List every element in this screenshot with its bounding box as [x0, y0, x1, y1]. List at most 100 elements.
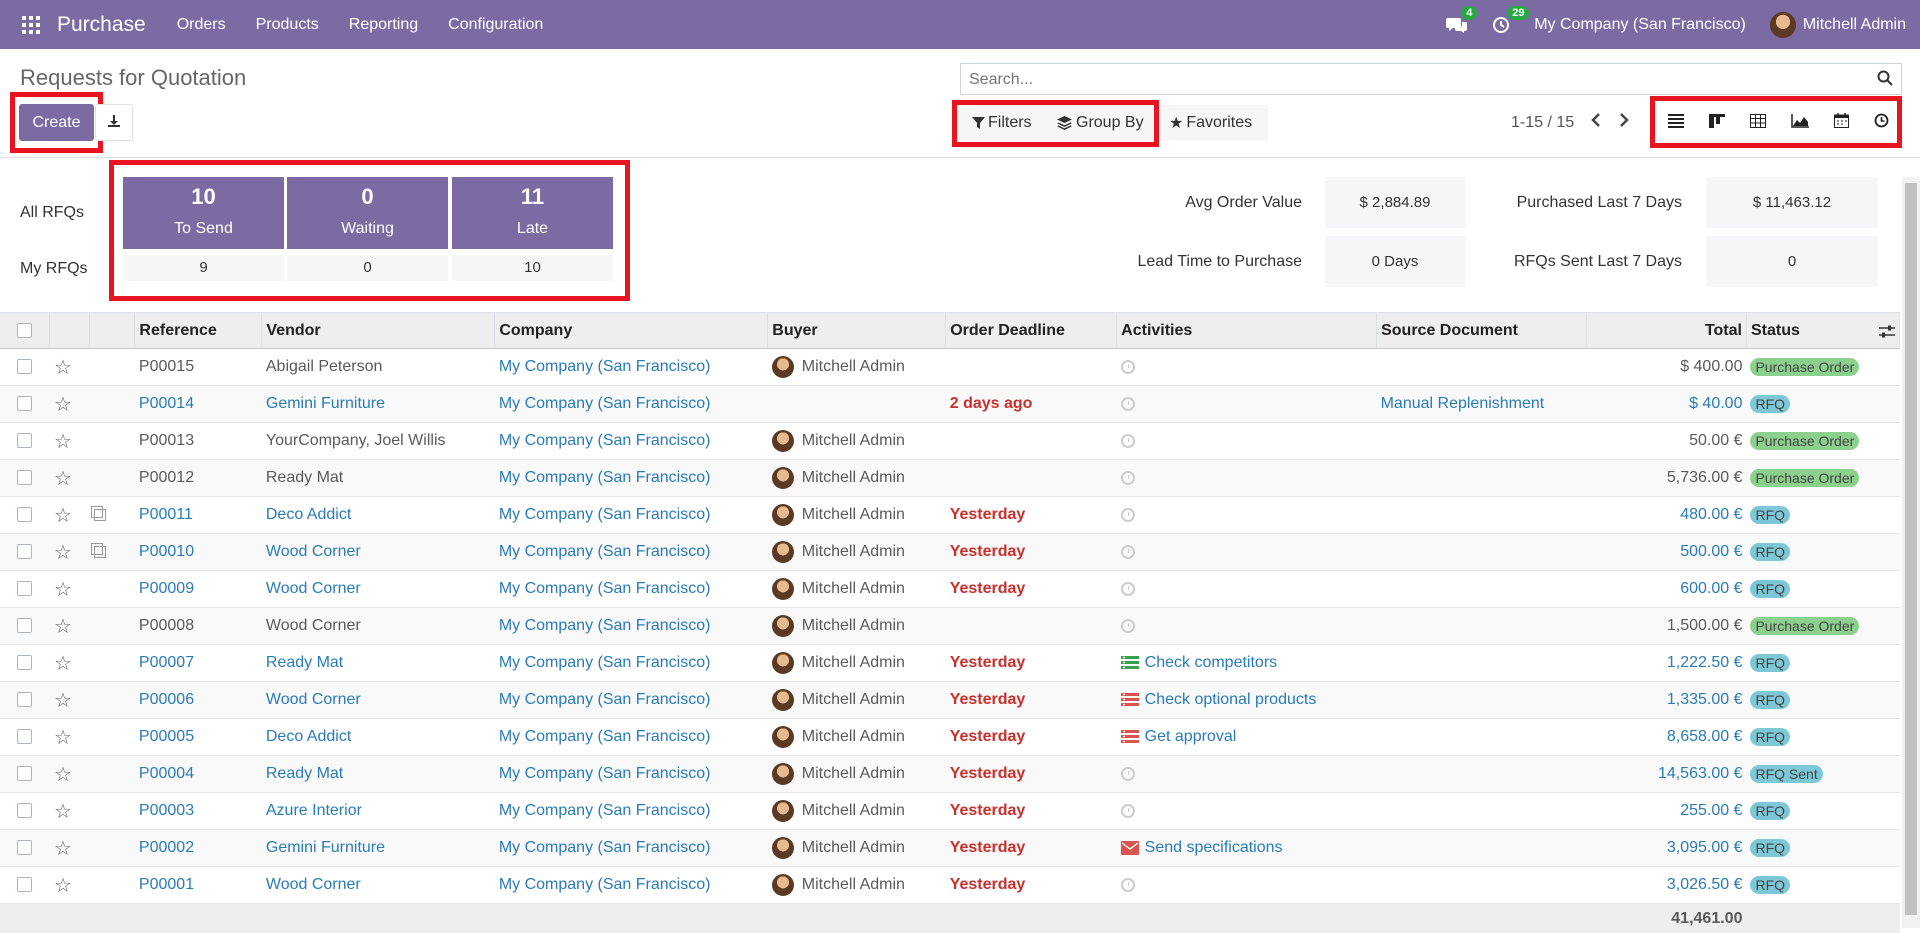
row-buyer[interactable]: Mitchell Admin	[768, 867, 946, 904]
schedule-activity-icon[interactable]	[1121, 767, 1135, 781]
row-vendor[interactable]: Deco Addict	[262, 497, 495, 534]
row-vendor[interactable]: Ready Mat	[262, 460, 495, 497]
schedule-activity-icon[interactable]	[1121, 545, 1135, 559]
table-row[interactable]: ☆ P00011Deco AddictMy Company (San Franci…	[0, 497, 1900, 534]
row-activities[interactable]	[1117, 497, 1377, 534]
table-row[interactable]: ☆P00015Abigail PetersonMy Company (San F…	[0, 349, 1900, 386]
priority-star-icon[interactable]: ☆	[50, 719, 90, 756]
row-activities[interactable]: Check competitors	[1117, 645, 1377, 682]
activity-summary[interactable]: Send specifications	[1145, 839, 1283, 856]
activity-summary[interactable]: Check optional products	[1145, 691, 1317, 708]
row-activities[interactable]	[1117, 793, 1377, 830]
row-buyer[interactable]: Mitchell Admin	[768, 682, 946, 719]
row-company[interactable]: My Company (San Francisco)	[495, 756, 768, 793]
row-checkbox[interactable]	[0, 608, 50, 645]
table-row[interactable]: ☆P00001Wood CornerMy Company (San Franci…	[0, 867, 1900, 904]
row-source-document[interactable]	[1377, 756, 1587, 793]
page-scrollbar[interactable]	[1902, 177, 1920, 928]
row-company[interactable]: My Company (San Francisco)	[495, 497, 768, 534]
row-buyer[interactable]: Mitchell Admin	[768, 608, 946, 645]
search-box[interactable]	[960, 63, 1902, 95]
row-source-document[interactable]: Manual Replenishment	[1377, 386, 1587, 423]
table-row[interactable]: ☆P00003Azure InteriorMy Company (San Fra…	[0, 793, 1900, 830]
row-company[interactable]: My Company (San Francisco)	[495, 608, 768, 645]
row-source-document[interactable]	[1377, 608, 1587, 645]
table-row[interactable]: ☆P00007Ready MatMy Company (San Francisc…	[0, 645, 1900, 682]
tile-waiting[interactable]: 0 Waiting	[287, 177, 448, 249]
messages-button[interactable]: 4	[1446, 16, 1468, 34]
row-company[interactable]: My Company (San Francisco)	[495, 349, 768, 386]
row-reference[interactable]: P00007	[135, 645, 262, 682]
row-reference[interactable]: P00012	[135, 460, 262, 497]
table-row[interactable]: ☆P00004Ready MatMy Company (San Francisc…	[0, 756, 1900, 793]
schedule-activity-icon[interactable]	[1121, 804, 1135, 818]
row-activities[interactable]	[1117, 756, 1377, 793]
row-company[interactable]: My Company (San Francisco)	[495, 645, 768, 682]
header-reference[interactable]: Reference	[135, 313, 262, 349]
create-button[interactable]: Create	[19, 104, 94, 141]
row-reference[interactable]: P00009	[135, 571, 262, 608]
row-company[interactable]: My Company (San Francisco)	[495, 793, 768, 830]
header-activities[interactable]: Activities	[1117, 313, 1377, 349]
menu-configuration[interactable]: Configuration	[448, 16, 543, 34]
row-checkbox[interactable]	[0, 719, 50, 756]
row-buyer[interactable]: Mitchell Admin	[768, 830, 946, 867]
activity-summary[interactable]: Check competitors	[1145, 654, 1278, 671]
pager-previous-button[interactable]	[1590, 112, 1602, 133]
menu-reporting[interactable]: Reporting	[349, 16, 418, 34]
my-waiting-count[interactable]: 0	[287, 255, 448, 281]
table-row[interactable]: ☆P00010Wood CornerMy Company (San Franci…	[0, 534, 1900, 571]
priority-star-icon[interactable]: ☆	[50, 497, 90, 534]
menu-products[interactable]: Products	[256, 16, 319, 34]
row-vendor[interactable]: Gemini Furniture	[262, 830, 495, 867]
user-menu[interactable]: Mitchell Admin	[1770, 12, 1906, 38]
todo-list-icon[interactable]	[1121, 730, 1139, 744]
row-buyer[interactable]: Mitchell Admin	[768, 756, 946, 793]
row-source-document[interactable]	[1377, 793, 1587, 830]
todo-list-icon[interactable]	[1121, 656, 1139, 670]
row-buyer[interactable]: Mitchell Admin	[768, 571, 946, 608]
row-buyer[interactable]: Mitchell Admin	[768, 645, 946, 682]
company-switcher[interactable]: My Company (San Francisco)	[1534, 16, 1746, 34]
row-activities[interactable]: Check optional products	[1117, 682, 1377, 719]
row-source-document[interactable]	[1377, 682, 1587, 719]
row-vendor[interactable]: Ready Mat	[262, 756, 495, 793]
todo-list-icon[interactable]	[1121, 693, 1139, 707]
schedule-activity-icon[interactable]	[1121, 619, 1135, 633]
row-company[interactable]: My Company (San Francisco)	[495, 460, 768, 497]
activities-button[interactable]: 29	[1492, 16, 1510, 34]
row-checkbox[interactable]	[0, 460, 50, 497]
download-button[interactable]	[95, 104, 133, 141]
row-vendor[interactable]: Deco Addict	[262, 719, 495, 756]
optional-columns-icon[interactable]	[1879, 325, 1895, 338]
row-buyer[interactable]: Mitchell Admin	[768, 423, 946, 460]
priority-star-icon[interactable]: ☆	[50, 830, 90, 867]
row-vendor[interactable]: Wood Corner	[262, 534, 495, 571]
row-source-document[interactable]	[1377, 830, 1587, 867]
header-status[interactable]: Status	[1746, 313, 1899, 349]
list-view-icon[interactable]	[1668, 114, 1684, 133]
row-source-document[interactable]	[1377, 645, 1587, 682]
row-checkbox[interactable]	[0, 534, 50, 571]
schedule-activity-icon[interactable]	[1121, 508, 1135, 522]
row-checkbox[interactable]	[0, 756, 50, 793]
schedule-activity-icon[interactable]	[1121, 360, 1135, 374]
row-buyer[interactable]	[768, 386, 946, 423]
row-activities[interactable]: Get approval	[1117, 719, 1377, 756]
row-source-document[interactable]	[1377, 719, 1587, 756]
row-checkbox[interactable]	[0, 830, 50, 867]
schedule-activity-icon[interactable]	[1121, 878, 1135, 892]
row-checkbox[interactable]	[0, 645, 50, 682]
envelope-icon[interactable]	[1121, 841, 1139, 855]
row-reference[interactable]: P00011	[135, 497, 262, 534]
row-vendor[interactable]: Abigail Peterson	[262, 349, 495, 386]
row-company[interactable]: My Company (San Francisco)	[495, 719, 768, 756]
row-company[interactable]: My Company (San Francisco)	[495, 682, 768, 719]
header-vendor[interactable]: Vendor	[262, 313, 495, 349]
row-company[interactable]: My Company (San Francisco)	[495, 867, 768, 904]
table-row[interactable]: ☆P00005Deco AddictMy Company (San Franci…	[0, 719, 1900, 756]
row-reference[interactable]: P00001	[135, 867, 262, 904]
row-activities[interactable]	[1117, 349, 1377, 386]
row-source-document[interactable]	[1377, 460, 1587, 497]
table-row[interactable]: ☆P00006Wood CornerMy Company (San Franci…	[0, 682, 1900, 719]
